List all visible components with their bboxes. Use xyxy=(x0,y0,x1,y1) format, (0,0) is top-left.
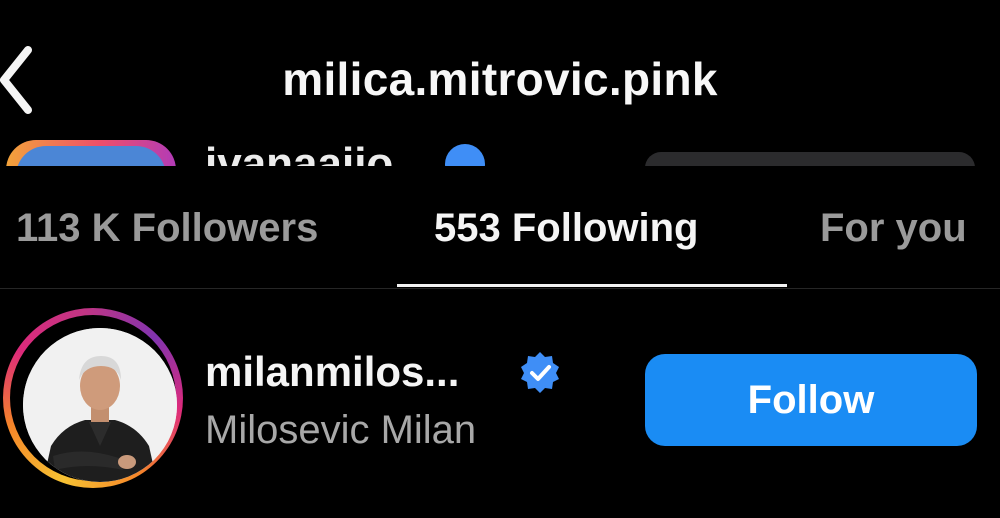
list-item-full-name: Milosevic Milan xyxy=(205,408,477,452)
tab-for-you[interactable]: For you xyxy=(820,206,967,251)
list-item-username: ivanaaiio xyxy=(205,140,394,167)
profile-photo xyxy=(23,328,177,482)
avatar xyxy=(6,140,176,166)
list-item-username[interactable]: milanmilos... xyxy=(205,348,459,396)
top-bar: milica.mitrovic.pink xyxy=(0,0,1000,150)
previous-list-item: ivanaaiio xyxy=(0,140,1000,166)
following-button[interactable] xyxy=(645,152,975,166)
follow-tabs: 113 K Followers 553 Following For you xyxy=(0,170,1000,289)
avatar xyxy=(23,328,177,482)
list-item[interactable]: milanmilos... Milosevic Milan Follow xyxy=(0,300,1000,500)
profile-username-title: milica.mitrovic.pink xyxy=(282,53,718,105)
follow-button[interactable]: Follow xyxy=(645,354,977,446)
tab-followers[interactable]: 113 K Followers xyxy=(16,206,318,251)
verified-badge-icon xyxy=(521,352,559,393)
verified-badge-icon xyxy=(445,144,485,166)
tab-following[interactable]: 553 Following xyxy=(434,206,698,251)
active-tab-indicator xyxy=(397,284,787,287)
story-ring[interactable] xyxy=(3,308,183,488)
